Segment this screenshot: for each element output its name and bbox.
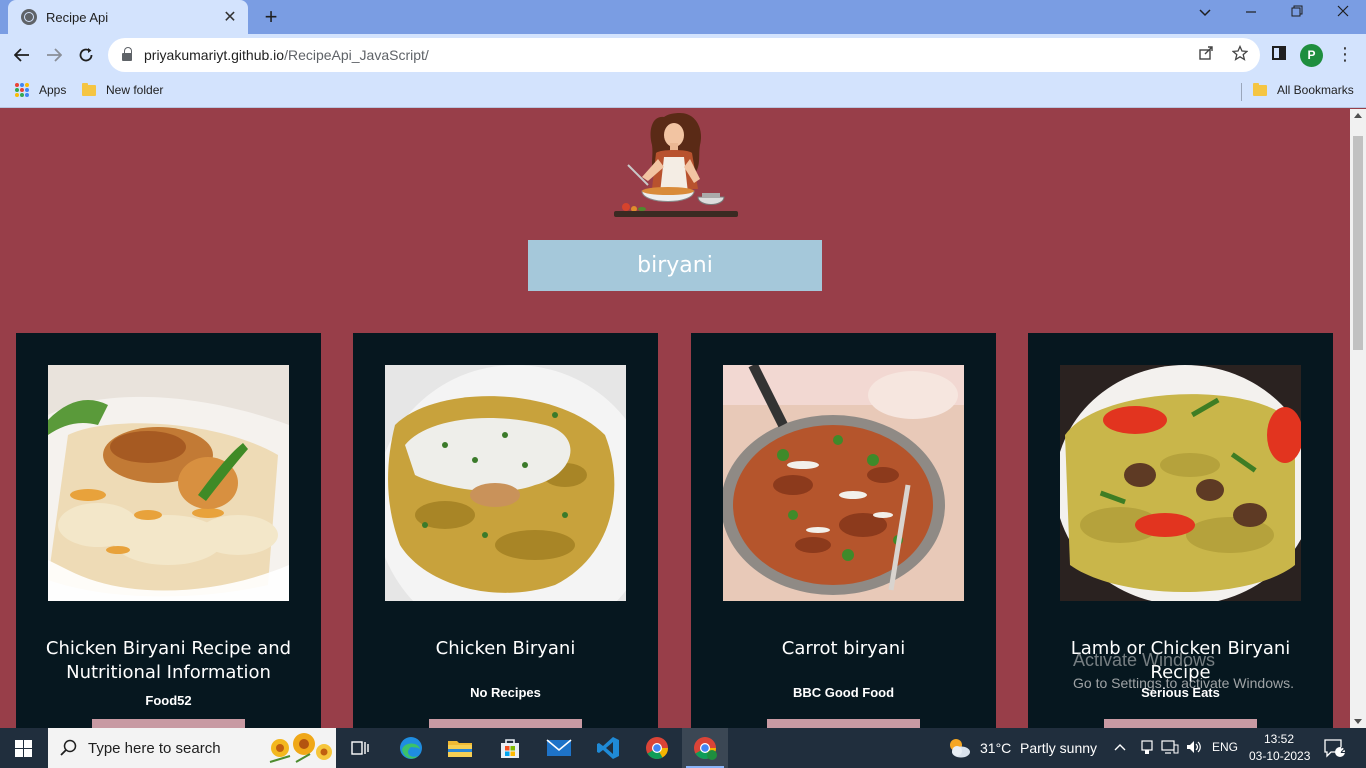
view-recipe-button[interactable] (92, 719, 245, 728)
view-recipe-button[interactable] (767, 719, 920, 728)
address-bar[interactable]: priyakumariyt.github.io/RecipeApi_JavaSc… (108, 38, 1260, 72)
url-host: priyakumariyt.github.io (144, 47, 285, 63)
taskbar-search-placeholder: Type here to search (88, 739, 221, 757)
recipe-source: Food52 (145, 693, 192, 708)
recipe-search-input[interactable] (528, 240, 822, 291)
bookmark-star-icon[interactable] (1231, 44, 1249, 66)
show-hidden-icons-chevron-icon[interactable] (1114, 737, 1126, 756)
view-recipe-button[interactable] (429, 719, 582, 728)
page-scrollbar[interactable] (1350, 109, 1366, 728)
recipe-source: BBC Good Food (792, 685, 895, 700)
reload-button[interactable] (74, 43, 98, 69)
side-panel-icon[interactable] (1272, 46, 1286, 60)
chrome-profile-icon (691, 734, 719, 762)
activate-windows-title: Activate Windows (1073, 650, 1216, 670)
recipe-title: Carrot biryani (781, 638, 906, 659)
file-explorer-icon[interactable] (446, 734, 474, 762)
scroll-up-arrow-icon[interactable] (1354, 113, 1362, 118)
profile-avatar[interactable]: P (1300, 44, 1323, 67)
recipe-card[interactable]: Carrot biryani BBC Good Food (691, 333, 996, 728)
notification-count-badge: 2 (1340, 745, 1346, 755)
folder-icon (82, 82, 96, 96)
chicken-biryani-photo (48, 365, 289, 601)
minimize-button[interactable] (1237, 4, 1265, 22)
back-button[interactable] (10, 43, 34, 69)
edge-browser-icon[interactable] (397, 734, 425, 762)
chef-woman-illustration (614, 113, 738, 217)
close-window-button[interactable] (1329, 4, 1357, 22)
mail-icon[interactable] (545, 734, 573, 762)
windows-start-button[interactable] (15, 740, 32, 757)
recipe-card[interactable]: Chicken Biryani Recipe and Nutritional I… (16, 333, 321, 728)
url-path: /RecipeApi_JavaScript/ (284, 47, 429, 63)
tab-title: Recipe Api (46, 9, 109, 25)
vs-code-icon[interactable] (594, 734, 622, 762)
activate-windows-subtitle: Go to Settings to activate Windows. (1073, 675, 1294, 691)
windows-taskbar: Type here to search 31°C Partly sunny EN… (0, 728, 1366, 768)
browser-tab[interactable]: Recipe Api ✕ (8, 0, 248, 34)
clock-date[interactable]: 03-10-2023 (1249, 749, 1310, 763)
weather-temperature: 31°C (980, 740, 1012, 756)
microsoft-store-icon[interactable] (496, 734, 524, 762)
scrollbar-thumb[interactable] (1353, 136, 1363, 350)
restore-button[interactable] (1283, 4, 1311, 22)
input-language[interactable]: ENG (1212, 740, 1238, 754)
browser-tab-strip: Recipe Api ✕ + (0, 0, 1366, 34)
close-tab-icon[interactable]: ✕ (222, 7, 238, 27)
network-icon[interactable] (1161, 739, 1179, 758)
recipe-title: Chicken Biryani Recipe and Nutritional I… (45, 638, 292, 683)
globe-icon (21, 9, 37, 25)
chicken-biryani-yogurt-photo (385, 365, 626, 601)
all-bookmarks-label: All Bookmarks (1277, 83, 1354, 97)
bookmark-apps-label: Apps (39, 83, 67, 97)
task-view-icon[interactable] (346, 734, 374, 762)
chrome-icon[interactable] (643, 734, 671, 762)
carrot-biryani-photo (723, 365, 964, 601)
lamb-chicken-biryani-photo (1060, 365, 1301, 601)
bookmarks-bar: Apps New folder All Bookmarks (0, 76, 1366, 108)
folder-icon (1253, 82, 1267, 96)
browser-menu-icon[interactable]: ⋮ (1336, 43, 1354, 65)
scroll-down-arrow-icon[interactable] (1354, 719, 1362, 724)
recipe-title: Chicken Biryani (435, 638, 576, 659)
weather-condition: Partly sunny (1020, 740, 1098, 756)
usb-device-icon[interactable] (1139, 739, 1155, 758)
new-tab-button[interactable]: + (259, 4, 283, 30)
bookmark-new-folder-label: New folder (106, 83, 164, 97)
apps-grid-icon (15, 83, 29, 97)
clock-time[interactable]: 13:52 (1264, 732, 1294, 746)
bookmark-apps[interactable]: Apps (15, 83, 66, 97)
bookmarks-divider (1241, 83, 1242, 101)
bookmark-new-folder[interactable]: New folder (82, 82, 164, 97)
recipe-source: No Recipes (470, 685, 541, 700)
recipe-card[interactable]: Chicken Biryani No Recipes (353, 333, 658, 728)
bookmark-all-bookmarks[interactable]: All Bookmarks (1253, 82, 1354, 97)
forward-button[interactable] (42, 43, 66, 69)
weather-partly-sunny-icon[interactable] (945, 734, 973, 762)
browser-toolbar: priyakumariyt.github.io/RecipeApi_JavaSc… (0, 34, 1366, 76)
volume-icon[interactable] (1185, 739, 1203, 758)
taskbar-search-box[interactable]: Type here to search (48, 728, 336, 768)
recipe-page: Chicken Biryani Recipe and Nutritional I… (0, 109, 1350, 728)
share-icon[interactable] (1198, 45, 1214, 66)
notification-center-icon[interactable]: 2 (1320, 734, 1348, 762)
lock-icon (122, 47, 132, 61)
flowers-search-highlight-icon (269, 733, 332, 763)
chrome-active-window[interactable] (682, 728, 728, 768)
tab-search-icon[interactable] (1191, 4, 1219, 22)
search-icon (60, 739, 77, 756)
view-recipe-button[interactable] (1104, 719, 1257, 728)
